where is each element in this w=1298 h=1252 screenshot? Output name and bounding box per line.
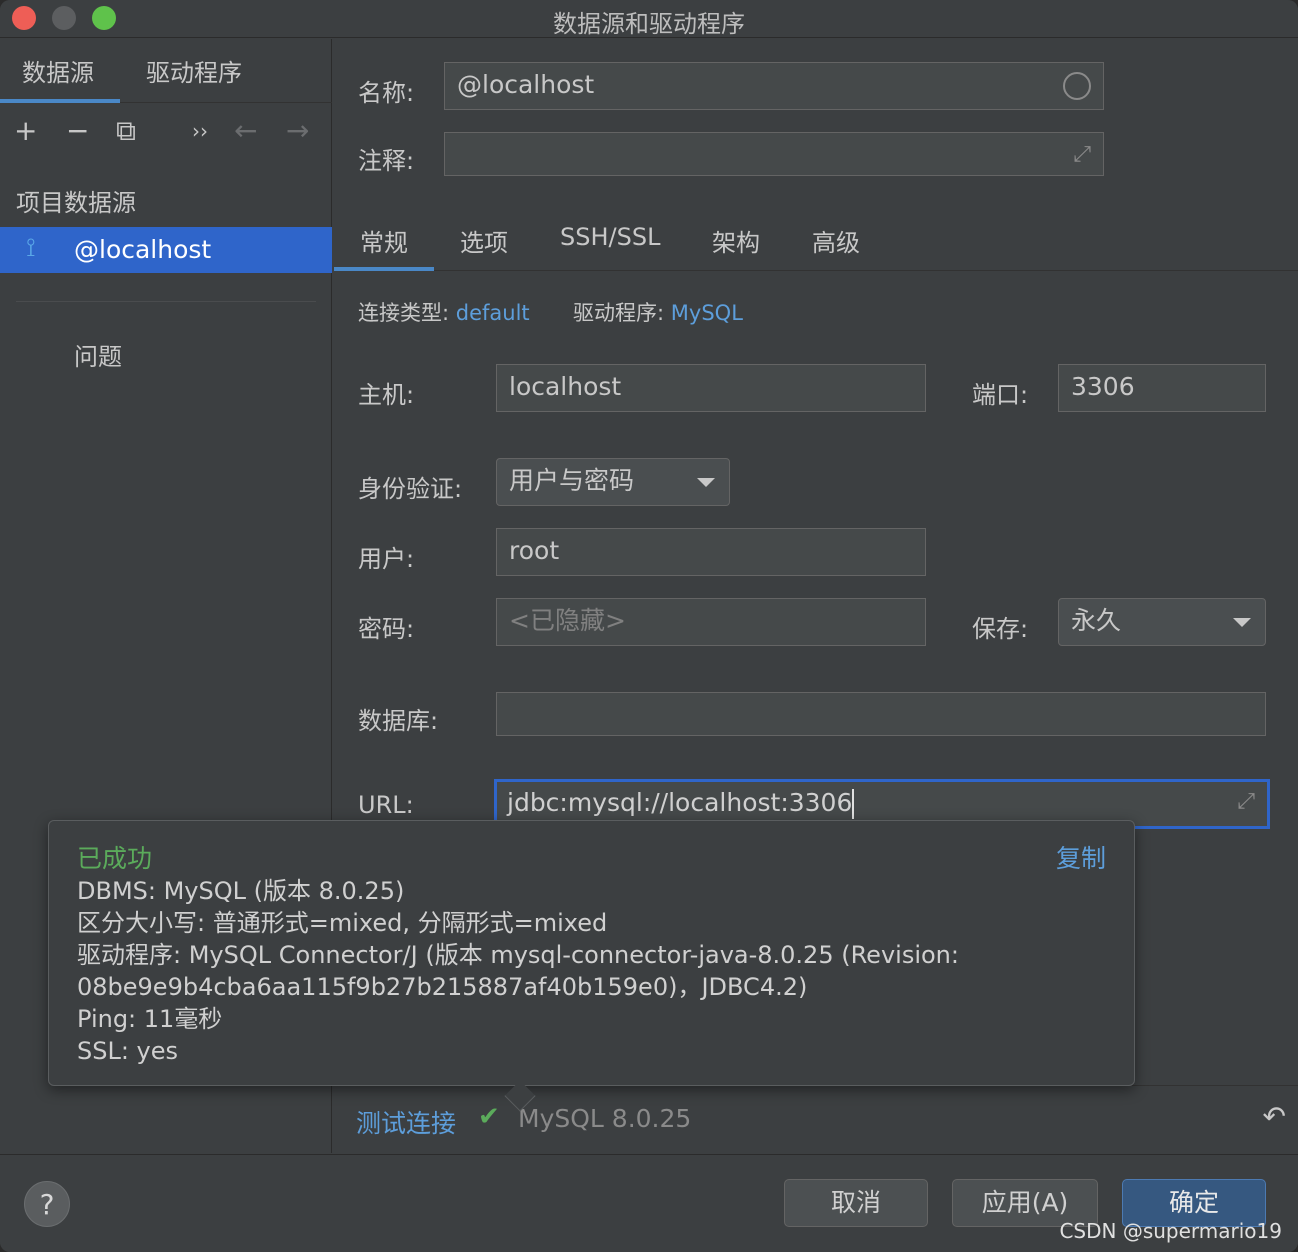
datasource-item-localhost[interactable]: ⟟ @localhost (0, 227, 332, 273)
port-field[interactable]: 3306 (1058, 364, 1266, 412)
save-value: 永久 (1071, 606, 1122, 635)
remove-icon[interactable]: − (66, 115, 89, 147)
popup-details: DBMS: MySQL (版本 8.0.25) 区分大小写: 普通形式=mixe… (77, 875, 1117, 1067)
mysql-version-text: MySQL 8.0.25 (518, 1104, 692, 1133)
detail-line-case: 区分大小写: 普通形式=mixed, 分隔形式=mixed (77, 909, 608, 937)
copy-link[interactable]: 复制 (1056, 839, 1106, 875)
name-field[interactable]: @localhost (444, 62, 1104, 110)
window-title: 数据源和驱动程序 (553, 10, 745, 38)
auth-dropdown[interactable]: 用户与密码 (496, 458, 730, 506)
test-connection-bar: 测试连接 ✔ MySQL 8.0.25 ↶ (334, 1085, 1298, 1153)
tab-general[interactable]: 常规 (360, 223, 408, 258)
detail-line-ping: Ping: 11毫秒 (77, 1005, 223, 1033)
divider (16, 301, 316, 302)
expand-icon[interactable]: ⤢ (1237, 788, 1255, 816)
dialog-footer: ? 取消 应用(A) 确定 CSDN @supermario19 (0, 1154, 1298, 1252)
connection-info-line: 连接类型: default 驱动程序: MySQL (358, 297, 743, 327)
help-button[interactable]: ? (24, 1181, 70, 1227)
project-datasources-label: 项目数据源 (16, 189, 136, 217)
detail-line-dbms: DBMS: MySQL (版本 8.0.25) (77, 877, 405, 905)
forward-arrow-icon[interactable]: → (286, 115, 309, 147)
detail-line-revision: 08be9e9b4cba6aa115f9b27b215887af40b159e0… (77, 973, 808, 1001)
url-label: URL: (358, 791, 414, 819)
chevron-down-icon (1233, 618, 1251, 627)
undo-icon[interactable]: ↶ (1263, 1100, 1286, 1133)
user-label: 用户: (358, 545, 415, 573)
database-field[interactable] (496, 692, 1266, 736)
expand-icon[interactable]: ⤢ (1073, 141, 1091, 169)
active-settings-tab-indicator (334, 267, 434, 271)
host-field[interactable]: localhost (496, 364, 926, 412)
port-label: 端口: (972, 381, 1029, 409)
active-tab-indicator (0, 99, 120, 103)
tab-advanced[interactable]: 高级 (812, 223, 860, 258)
tab-drivers[interactable]: 驱动程序 (146, 53, 242, 88)
check-icon: ✔ (478, 1102, 500, 1132)
datasource-label: @localhost (74, 235, 212, 264)
test-connection-link[interactable]: 测试连接 (356, 1104, 456, 1140)
tab-schemas[interactable]: 架构 (712, 223, 760, 258)
back-arrow-icon[interactable]: ← (234, 115, 257, 147)
detail-line-ssl: SSL: yes (77, 1037, 179, 1065)
host-label: 主机: (358, 381, 415, 409)
cancel-button[interactable]: 取消 (784, 1179, 928, 1227)
auth-label: 身份验证: (358, 475, 463, 503)
connection-result-popup: 已成功 复制 DBMS: MySQL (版本 8.0.25) 区分大小写: 普通… (48, 820, 1135, 1112)
left-toolbar: + − ⧉ ›› ← → (0, 111, 332, 153)
dialog-window: 数据源和驱动程序 数据源 驱动程序 + − ⧉ ›› ← → 项目数据源 ⟟ @… (0, 0, 1298, 1252)
problems-item[interactable]: 问题 (74, 337, 122, 372)
user-field[interactable]: root (496, 528, 926, 576)
save-label: 保存: (972, 615, 1029, 643)
url-value: jdbc:mysql://localhost:3306 (507, 788, 853, 817)
password-label: 密码: (358, 615, 415, 643)
watermark: CSDN @supermario19 (1059, 1219, 1282, 1243)
settings-tabs: 常规 选项 SSH/SSL 架构 高级 (334, 209, 1298, 271)
text-cursor (852, 789, 855, 819)
name-label: 名称: (358, 79, 415, 107)
save-dropdown[interactable]: 永久 (1058, 598, 1266, 646)
add-icon[interactable]: + (14, 115, 37, 147)
driver-link[interactable]: MySQL (671, 301, 743, 325)
chevron-down-icon (697, 478, 715, 487)
mysql-dolphin-icon: ⟟ (26, 233, 36, 263)
popup-status: 已成功 (77, 844, 153, 873)
tab-options[interactable]: 选项 (460, 223, 508, 258)
left-tabs: 数据源 驱动程序 (0, 39, 332, 103)
title-bar: 数据源和驱动程序 (0, 0, 1298, 38)
driver-label: 驱动程序: (573, 301, 665, 325)
more-icon[interactable]: ›› (192, 115, 208, 147)
name-value: @localhost (457, 70, 595, 99)
tab-datasources[interactable]: 数据源 (22, 53, 94, 88)
comment-field[interactable]: ⤢ (444, 132, 1104, 176)
conn-type-label: 连接类型: (358, 301, 450, 325)
duplicate-icon[interactable]: ⧉ (116, 115, 136, 147)
auth-value: 用户与密码 (509, 466, 635, 495)
password-field[interactable]: <已隐藏> (496, 598, 926, 646)
tab-ssh-ssl[interactable]: SSH/SSL (560, 223, 660, 251)
conn-type-link[interactable]: default (456, 301, 530, 325)
comment-label: 注释: (358, 147, 415, 175)
detail-line-driver: 驱动程序: MySQL Connector/J (版本 mysql-connec… (77, 941, 959, 969)
database-label: 数据库: (358, 707, 439, 735)
color-circle-icon[interactable] (1063, 72, 1091, 100)
